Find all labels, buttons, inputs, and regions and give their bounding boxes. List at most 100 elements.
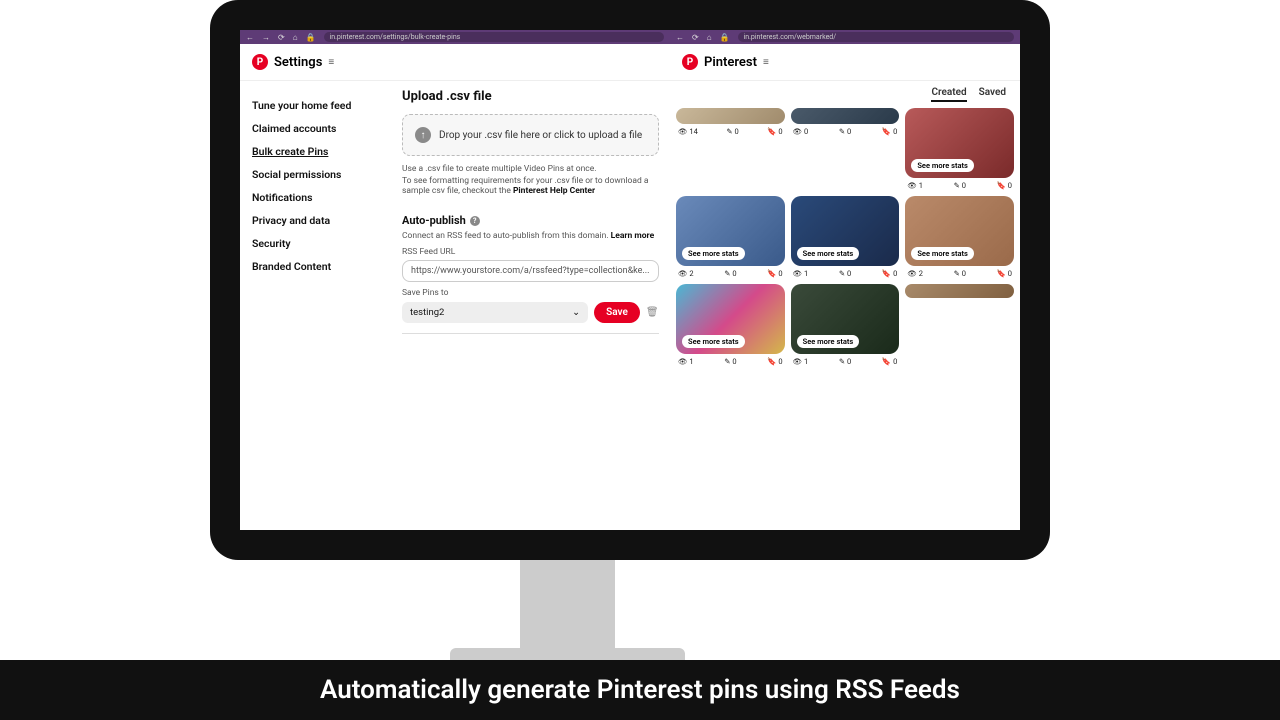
pin-card[interactable] (905, 284, 1014, 366)
monitor-frame: ← → ⟳ ⌂ 🔒 in.pinterest.com/settings/bulk… (210, 0, 1050, 560)
screen: ← → ⟳ ⌂ 🔒 in.pinterest.com/settings/bulk… (240, 30, 1020, 530)
csv-help-2: To see formatting requirements for your … (402, 176, 659, 196)
pin-card[interactable]: See more stats 👁 1 ✎ 0 🔖 0 (791, 196, 900, 278)
pin-card[interactable]: See more stats 👁 2✎ 0🔖 0 (905, 196, 1014, 278)
pin-stats: 👁 1 ✎ 0 🔖 0 (791, 357, 900, 366)
stat-views: 👁 1 (678, 357, 694, 366)
address-bar-b[interactable]: in.pinterest.com/webmarked/ (738, 32, 1014, 42)
delete-icon[interactable]: 🗑 (646, 307, 659, 318)
stat-views: 👁 14 (678, 127, 698, 136)
back-icon[interactable]: ← (676, 33, 684, 42)
see-more-stats-button[interactable]: See more stats (911, 159, 974, 172)
sidebar-item-security[interactable]: Security (252, 237, 378, 250)
back-icon[interactable]: ← (246, 33, 254, 42)
sidebar-item-branded[interactable]: Branded Content (252, 260, 378, 273)
page-title-b: Pinterest (704, 55, 757, 70)
stat-views: 👁 2 (907, 269, 923, 278)
pin-stats: 👁 1✎ 0🔖 0 (905, 181, 1014, 190)
see-more-stats-button[interactable]: See more stats (797, 247, 860, 260)
sidebar-item-tune[interactable]: Tune your home feed (252, 99, 378, 112)
board-select[interactable]: testing2 ⌄ (402, 302, 588, 323)
pin-card[interactable]: 👁 14 ✎ 0 🔖 0 (676, 108, 785, 190)
stat-edits: ✎ 0 (839, 269, 851, 278)
lock-icon: 🔒 (720, 33, 730, 42)
stat-views: 👁 1 (793, 357, 809, 366)
dropzone-text: Drop your .csv file here or click to upl… (439, 130, 642, 141)
sidebar-item-notifications[interactable]: Notifications (252, 191, 378, 204)
stat-edits: ✎ 0 (839, 127, 851, 136)
pin-thumbnail[interactable]: See more stats (676, 284, 785, 354)
home-icon[interactable]: ⌂ (293, 33, 298, 42)
save-pins-label: Save Pins to (402, 288, 659, 298)
stat-saves: 🔖 0 (997, 181, 1012, 190)
settings-main: Upload .csv file ↑ Drop your .csv file h… (390, 81, 670, 530)
stat-edits: ✎ 0 (726, 127, 738, 136)
browser-chrome-a: ← → ⟳ ⌂ 🔒 in.pinterest.com/settings/bulk… (240, 30, 670, 44)
see-more-stats-button[interactable]: See more stats (682, 247, 745, 260)
address-bar-a[interactable]: in.pinterest.com/settings/bulk-create-pi… (324, 32, 664, 42)
sidebar-item-social[interactable]: Social permissions (252, 168, 378, 181)
sidebar-item-claimed[interactable]: Claimed accounts (252, 122, 378, 135)
rss-url-input[interactable]: https://www.yourstore.com/a/rssfeed?type… (402, 260, 659, 282)
reload-icon[interactable]: ⟳ (278, 33, 285, 42)
learn-more-link[interactable]: Learn more (611, 231, 655, 241)
see-more-stats-button[interactable]: See more stats (911, 247, 974, 260)
tab-saved[interactable]: Saved (979, 87, 1006, 102)
pin-thumbnail[interactable]: See more stats (905, 196, 1014, 266)
reload-icon[interactable]: ⟳ (692, 33, 699, 42)
stat-saves: 🔖 0 (882, 269, 897, 278)
stat-views: 👁 1 (907, 181, 923, 190)
tab-created[interactable]: Created (931, 87, 966, 102)
divider (402, 333, 659, 334)
upload-heading: Upload .csv file (402, 89, 659, 104)
monitor-stand (520, 560, 615, 660)
stat-saves: 🔖 0 (882, 357, 897, 366)
pin-thumbnail[interactable]: See more stats (791, 196, 900, 266)
browser-pane-settings: ← → ⟳ ⌂ 🔒 in.pinterest.com/settings/bulk… (240, 30, 670, 530)
pin-thumbnail[interactable] (791, 108, 900, 124)
stat-saves: 🔖 0 (767, 357, 782, 366)
help-icon[interactable]: ? (470, 216, 480, 226)
pin-stats: 👁 1 ✎ 0 🔖 0 (791, 269, 900, 278)
stat-saves: 🔖 0 (767, 127, 782, 136)
save-button[interactable]: Save (594, 302, 640, 323)
pinterest-logo-icon[interactable]: P (252, 54, 268, 70)
pin-thumbnail[interactable] (905, 284, 1014, 298)
stat-edits: ✎ 0 (839, 357, 851, 366)
pin-thumbnail[interactable]: See more stats (905, 108, 1014, 178)
pin-card[interactable]: See more stats👁 2✎ 0🔖 0 (676, 196, 785, 278)
browser-chrome-b: ← ⟳ ⌂ 🔒 in.pinterest.com/webmarked/ (670, 30, 1020, 44)
see-more-stats-button[interactable]: See more stats (682, 335, 745, 348)
csv-dropzone[interactable]: ↑ Drop your .csv file here or click to u… (402, 114, 659, 156)
stat-saves: 🔖 0 (882, 127, 897, 136)
lock-icon: 🔒 (306, 33, 316, 42)
see-more-stats-button[interactable]: See more stats (797, 335, 860, 348)
pinterest-logo-icon[interactable]: P (682, 54, 698, 70)
forward-icon[interactable]: → (262, 33, 270, 42)
pin-stats: 👁 0 ✎ 0 🔖 0 (791, 127, 900, 136)
menu-icon[interactable]: ≡ (328, 57, 334, 68)
pin-thumbnail[interactable] (676, 108, 785, 124)
home-icon[interactable]: ⌂ (707, 33, 712, 42)
help-center-link[interactable]: Pinterest Help Center (513, 186, 595, 196)
stat-views: 👁 0 (793, 127, 809, 136)
rss-url-label: RSS Feed URL (402, 247, 659, 257)
pin-card[interactable]: See more stats 👁 1 ✎ 0 🔖 0 (791, 284, 900, 366)
caption-bar: Automatically generate Pinterest pins us… (0, 660, 1280, 720)
page-title-a: Settings (274, 55, 322, 70)
pin-thumbnail[interactable]: See more stats (791, 284, 900, 354)
sidebar-item-bulk[interactable]: Bulk create Pins (252, 145, 378, 158)
sidebar-item-privacy[interactable]: Privacy and data (252, 214, 378, 227)
pin-stats: 👁 2✎ 0🔖 0 (905, 269, 1014, 278)
pin-card[interactable]: 👁 0 ✎ 0 🔖 0 (791, 108, 900, 190)
stat-edits: ✎ 0 (724, 269, 736, 278)
stat-views: 👁 1 (793, 269, 809, 278)
pin-grid: 👁 14✎ 0🔖 0👁 0✎ 0🔖 0See more stats👁 1✎ 0🔖… (670, 108, 1020, 530)
pin-card[interactable]: See more stats 👁 1✎ 0🔖 0 (905, 108, 1014, 190)
pin-card[interactable]: See more stats👁 1✎ 0🔖 0 (676, 284, 785, 366)
auto-publish-desc: Connect an RSS feed to auto-publish from… (402, 231, 659, 241)
menu-icon[interactable]: ≡ (763, 57, 769, 68)
profile-tabs: Created Saved (670, 81, 1020, 108)
page-header-a: P Settings ≡ (240, 44, 670, 81)
pin-thumbnail[interactable]: See more stats (676, 196, 785, 266)
